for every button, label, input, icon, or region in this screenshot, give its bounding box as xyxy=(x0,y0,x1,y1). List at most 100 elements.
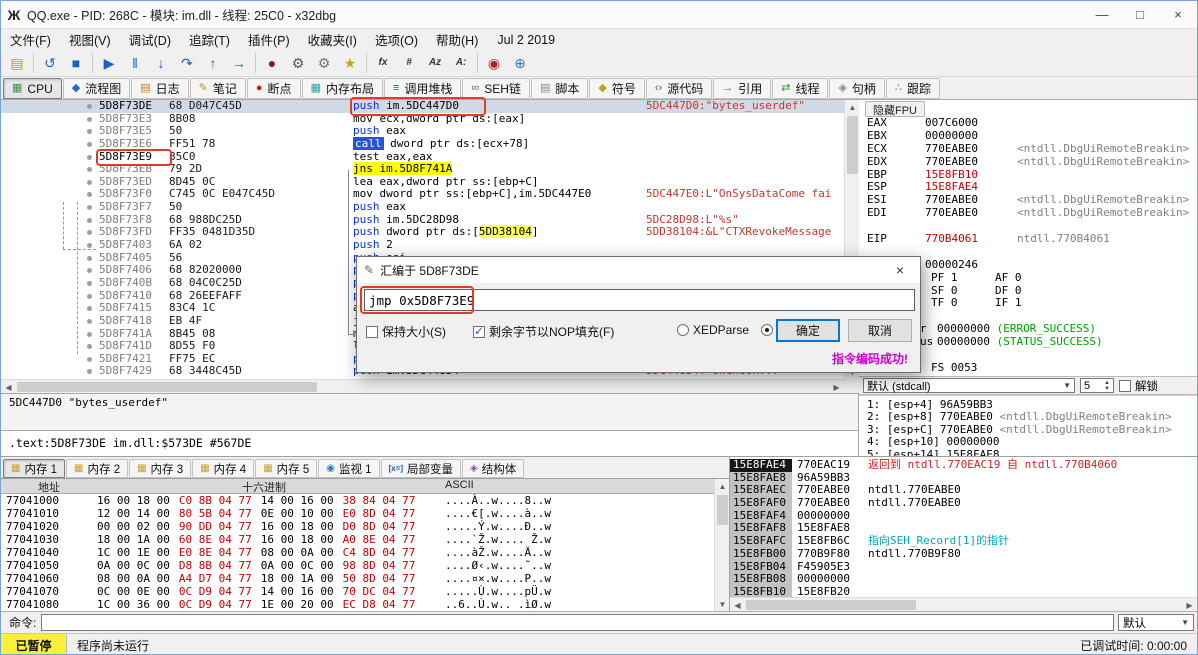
stack-row[interactable]: 15E8FB08 00000000 xyxy=(730,572,1197,586)
stack-row[interactable]: 15E8FAFC 15E8FB6C 指向SEH_Record[1]的指针 xyxy=(730,534,1197,548)
tab-seh[interactable]: ∞ SEH链 xyxy=(462,78,530,99)
tab-script[interactable]: ▤ 脚本 xyxy=(530,78,589,99)
keep-size-checkbox[interactable]: 保持大小(S) xyxy=(366,323,446,340)
calculator-button[interactable]: fx xyxy=(370,51,396,75)
menu-help[interactable]: 帮助(H) xyxy=(427,29,487,50)
scroll-thumb[interactable] xyxy=(746,600,916,610)
scroll-right-icon[interactable]: ▶ xyxy=(829,380,844,394)
scroll-thumb[interactable] xyxy=(17,382,317,392)
scroll-up-icon[interactable]: ▲ xyxy=(715,479,729,493)
stack-row[interactable]: 15E8FAE4 770EAC19 返回到 ntdll.770EAC19 自 ntd… xyxy=(730,458,1197,472)
dump-row[interactable]: 77041000 16 00 18 00 C0 8B 04 77 14 00 16 0… xyxy=(1,494,729,507)
dump-row[interactable]: 77041050 0A 00 0C 00 D8 8B 04 77 0A 00 0C 0… xyxy=(1,559,729,572)
stack-view[interactable]: 15E8FAE4 770EAC19 返回到 ntdll.770EAC19 自 ntd… xyxy=(729,456,1197,611)
tab-trace[interactable]: ∴ 跟踪 xyxy=(885,78,940,99)
register-line[interactable]: EIP 770B4061 ntdll.770B4061 xyxy=(867,232,1195,246)
tab-notes[interactable]: ✎ 笔记 xyxy=(189,78,246,99)
dump-vscrollbar[interactable]: ▲ ▼ xyxy=(714,479,729,611)
tab-dump-5[interactable]: ▦ 内存 5 xyxy=(255,459,318,478)
scroll-right-icon[interactable]: ▶ xyxy=(1182,598,1197,611)
stop-button[interactable]: ■ xyxy=(63,51,89,75)
close-button[interactable]: × xyxy=(1159,1,1197,28)
register-line[interactable]: EAX 007C6000 xyxy=(867,116,1195,130)
open-file-button[interactable]: ▤ xyxy=(4,51,30,75)
comment-button[interactable]: A: xyxy=(448,51,474,75)
scroll-down-icon[interactable]: ▼ xyxy=(715,597,729,611)
dialog-titlebar[interactable]: ✎ 汇编于 5D8F73DE × xyxy=(357,257,920,283)
maximize-button[interactable]: □ xyxy=(1121,1,1159,28)
ok-button[interactable]: 确定 xyxy=(776,319,840,342)
tab-cpu[interactable]: ▦ CPU xyxy=(3,78,62,99)
disasm-row[interactable]: 5D8F7403 6A 02 push 2 xyxy=(1,238,858,252)
tab-dump-4[interactable]: ▦ 内存 4 xyxy=(192,459,255,478)
dump-row[interactable]: 77041010 12 00 14 00 80 5B 04 77 0E 00 10 0… xyxy=(1,507,729,520)
scroll-thumb[interactable] xyxy=(847,116,858,174)
menu-file[interactable]: 文件(F) xyxy=(1,29,60,50)
string-search-button[interactable]: Az xyxy=(422,51,448,75)
tab-call-stack[interactable]: ≡ 调用堆栈 xyxy=(383,78,462,99)
restart-button[interactable]: ↺ xyxy=(37,51,63,75)
register-line[interactable]: EDX 770EABE0 <ntdll.DbgUiRemoteBreakin> xyxy=(867,155,1195,169)
argument-count-stepper[interactable]: 5 ▲ ▼ xyxy=(1080,378,1114,393)
favourites-button[interactable]: ★ xyxy=(337,51,363,75)
scroll-up-icon[interactable]: ▲ xyxy=(845,100,860,114)
menu-debug[interactable]: 调试(D) xyxy=(120,29,180,50)
command-input[interactable] xyxy=(41,614,1114,631)
patches-button[interactable]: # xyxy=(396,51,422,75)
menu-options[interactable]: 选项(O) xyxy=(366,29,427,50)
dump-row[interactable]: 77041040 1C 00 1E 00 E0 8E 04 77 08 00 0A 0… xyxy=(1,546,729,559)
tab-dump-3[interactable]: ▦ 内存 3 xyxy=(129,459,192,478)
dump-row[interactable]: 77041060 08 00 0A 00 A4 D7 04 77 18 00 1A 0… xyxy=(1,572,729,585)
run-to-cursor-button[interactable]: → xyxy=(226,51,252,75)
scroll-left-icon[interactable]: ◀ xyxy=(730,598,745,611)
arguments-view[interactable]: 1: [esp+4] 96A59BB3 2: [esp+8] 770EABE0 <… xyxy=(859,395,1197,460)
stack-row[interactable]: 15E8FB00 770B9F80 ntdll.770B9F80 xyxy=(730,547,1197,561)
tab-graph[interactable]: ◆ 流程图 xyxy=(62,78,131,99)
run-button[interactable]: ▶ xyxy=(96,51,122,75)
register-line[interactable]: EBP 15E8FB10 xyxy=(867,168,1195,182)
tab-handles[interactable]: ◈ 句柄 xyxy=(829,78,885,99)
xedparse-radio[interactable]: XEDParse xyxy=(677,323,749,337)
plugins-button[interactable]: ⚙ xyxy=(311,51,337,75)
assemble-instruction-input[interactable] xyxy=(364,289,915,311)
disassembly-hscrollbar[interactable]: ◀ ▶ xyxy=(1,379,844,393)
breakpoint-button[interactable]: ● xyxy=(259,51,285,75)
calling-convention-select[interactable]: 默认 (stdcall) ▼ xyxy=(863,378,1075,393)
tab-symbols[interactable]: ◆ 符号 xyxy=(589,78,645,99)
dump-row[interactable]: 77041030 18 00 1A 00 60 8E 04 77 16 00 18 0… xyxy=(1,533,729,546)
hide-fpu-button[interactable]: 隐藏FPU xyxy=(865,101,925,117)
minimize-button[interactable]: — xyxy=(1083,1,1121,28)
menu-favourites[interactable]: 收藏夹(I) xyxy=(299,29,366,50)
register-line[interactable]: EDI 770EABE0 <ntdll.DbgUiRemoteBreakin> xyxy=(867,206,1195,220)
menu-plugins[interactable]: 插件(P) xyxy=(239,29,299,50)
pause-button[interactable]: ‖ xyxy=(122,51,148,75)
command-mode-select[interactable]: 默认 ▼ xyxy=(1118,614,1194,631)
tab-dump-1[interactable]: ▦ 内存 1 xyxy=(3,459,66,478)
tab-watch-1[interactable]: ◉ 监视 1 xyxy=(318,459,380,478)
memory-dump-view[interactable]: 地址 十六进制 ASCII 77041000 16 00 18 00 C0 8B 0… xyxy=(1,478,729,611)
scroll-thumb[interactable] xyxy=(717,495,728,525)
stack-row[interactable]: 15E8FAF0 770EABE0 ntdll.770EABE0 xyxy=(730,496,1197,510)
step-out-button[interactable]: ↑ xyxy=(200,51,226,75)
tab-source[interactable]: ‹› 源代码 xyxy=(645,78,713,99)
log-button[interactable]: ◉ xyxy=(481,51,507,75)
stack-hscrollbar[interactable]: ◀ ▶ xyxy=(730,597,1197,611)
unlock-checkbox[interactable]: 解锁 xyxy=(1119,378,1158,394)
tab-threads[interactable]: ⇄ 线程 xyxy=(772,78,829,99)
step-over-button[interactable]: ↷ xyxy=(174,51,200,75)
scroll-left-icon[interactable]: ◀ xyxy=(1,380,16,394)
step-into-button[interactable]: ↓ xyxy=(148,51,174,75)
update-button[interactable]: ⊕ xyxy=(507,51,533,75)
tab-memory-map[interactable]: ▦ 内存布局 xyxy=(301,78,383,99)
tab-breakpoints[interactable]: ● 断点 xyxy=(246,78,301,99)
tab-struct[interactable]: ◈ 结构体 xyxy=(462,459,525,478)
cancel-button[interactable]: 取消 xyxy=(848,319,912,342)
tab-dump-2[interactable]: ▦ 内存 2 xyxy=(66,459,129,478)
tab-references[interactable]: → 引用 xyxy=(713,78,772,99)
dump-row[interactable]: 77041080 1C 00 36 00 0C D9 04 77 1E 00 20 0… xyxy=(1,598,729,611)
menu-trace[interactable]: 追踪(T) xyxy=(180,29,239,50)
dialog-close-icon[interactable]: × xyxy=(880,257,920,283)
menu-view[interactable]: 视图(V) xyxy=(60,29,120,50)
dump-row[interactable]: 77041020 00 00 02 00 90 DD 04 77 16 00 18 0… xyxy=(1,520,729,533)
tab-locals[interactable]: [x=] 局部变量 xyxy=(380,459,462,478)
